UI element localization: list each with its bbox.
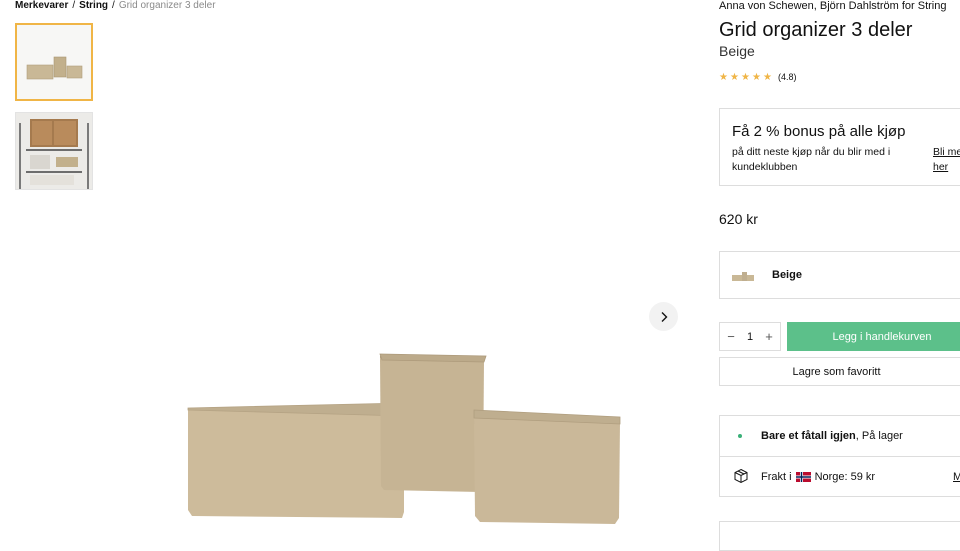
shipping-prefix: Frakt i bbox=[761, 471, 792, 483]
gallery-next-button[interactable] bbox=[649, 302, 678, 331]
bonus-description: på ditt neste kjøp når du blir med i kun… bbox=[732, 146, 891, 173]
shipping-info: Frakt i Norge: 59 kr bbox=[761, 471, 875, 483]
breadcrumb-current: Grid organizer 3 deler bbox=[118, 0, 216, 11]
availability-box: Bare et fåtall igjen, På lager Frakt i N… bbox=[719, 415, 960, 497]
quantity-decrease-button[interactable]: − bbox=[724, 329, 738, 344]
color-selector-label: Beige bbox=[772, 269, 802, 281]
breadcrumb-link-string[interactable]: String bbox=[79, 0, 108, 11]
bonus-title: Få 2 % bonus på alle kjøp bbox=[732, 123, 906, 140]
quantity-value[interactable]: 1 bbox=[747, 331, 753, 343]
breadcrumb-link-merkevarer[interactable]: Merkevarer bbox=[15, 0, 68, 11]
star-icon: ★ bbox=[719, 71, 728, 83]
thumbnail-product[interactable] bbox=[15, 23, 93, 101]
stock-status: Bare et fåtall igjen, På lager bbox=[761, 430, 903, 442]
product-price: 620 kr bbox=[719, 211, 758, 227]
stock-status-dot bbox=[738, 434, 742, 438]
main-product-image bbox=[187, 353, 621, 524]
breadcrumb-separator: / bbox=[112, 0, 115, 11]
shipping-row: Frakt i Norge: 59 kr M bbox=[720, 457, 960, 497]
star-icon: ★ bbox=[741, 71, 750, 83]
brand-link[interactable]: String bbox=[918, 0, 947, 12]
star-icon: ★ bbox=[730, 71, 739, 83]
shipping-more-link[interactable]: M bbox=[953, 471, 960, 483]
info-box bbox=[719, 521, 960, 551]
product-title: Grid organizer 3 deler bbox=[719, 19, 913, 41]
thumbnail-shelf-image bbox=[16, 113, 92, 189]
product-rating[interactable]: ★ ★ ★ ★ ★ (4.8) bbox=[719, 72, 797, 82]
save-favorite-button[interactable]: Lagre som favoritt bbox=[719, 357, 960, 386]
shipping-price: Norge: 59 kr bbox=[814, 471, 876, 483]
product-variant: Beige bbox=[719, 43, 755, 59]
designer-credit: Anna von Schewen, Björn Dahlström for St… bbox=[719, 0, 946, 13]
stock-status-text: , På lager bbox=[855, 430, 903, 442]
star-icon: ★ bbox=[752, 71, 761, 83]
designer-names[interactable]: Anna von Schewen, Björn Dahlström bbox=[719, 0, 899, 12]
norway-flag-icon bbox=[795, 472, 811, 482]
color-swatch-image bbox=[732, 272, 754, 281]
chevron-right-icon bbox=[661, 311, 667, 322]
stock-warning: Bare et fåtall igjen bbox=[761, 430, 856, 442]
add-to-cart-button[interactable]: Legg i handlekurven bbox=[787, 322, 960, 351]
designer-for-text: for bbox=[901, 0, 915, 12]
thumbnail-product-image bbox=[17, 25, 91, 99]
rating-value: (4.8) bbox=[778, 72, 797, 82]
thumbnail-shelf[interactable] bbox=[15, 112, 93, 190]
stock-row: Bare et fåtall igjen, På lager bbox=[720, 416, 960, 457]
breadcrumb: Merkevarer / String / Grid organizer 3 deler bbox=[15, 0, 216, 12]
color-selector[interactable]: Beige bbox=[719, 251, 960, 299]
bonus-banner: Få 2 % bonus på alle kjøp på ditt neste … bbox=[719, 108, 960, 186]
join-club-link[interactable]: Bli me her bbox=[933, 145, 960, 175]
star-icon: ★ bbox=[763, 71, 772, 83]
quantity-increase-button[interactable]: + bbox=[762, 329, 776, 344]
breadcrumb-separator: / bbox=[72, 0, 76, 11]
quantity-stepper: − 1 + bbox=[719, 322, 781, 351]
package-icon bbox=[734, 468, 748, 484]
